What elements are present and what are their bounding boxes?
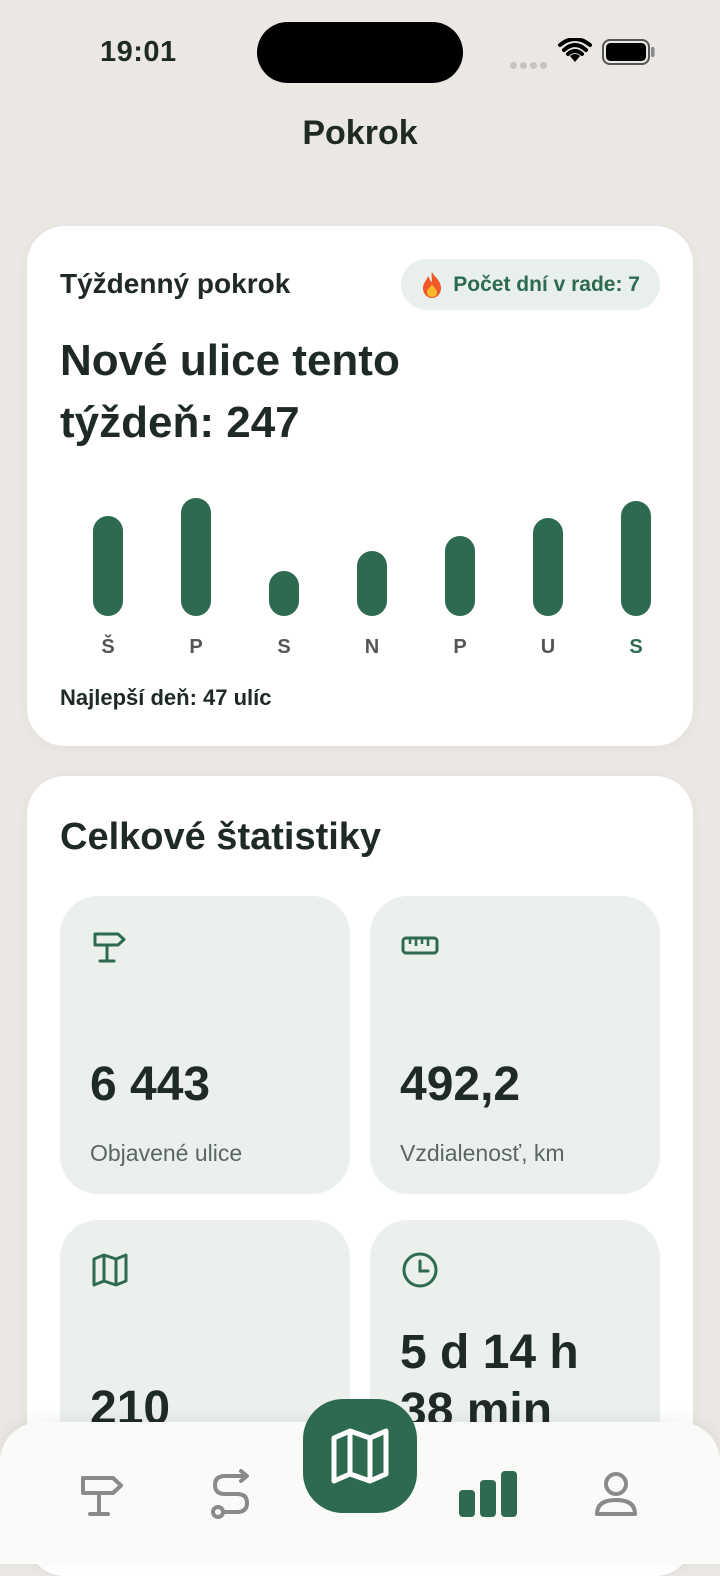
- tab-profile[interactable]: [586, 1464, 646, 1524]
- signpost-icon: [93, 932, 126, 963]
- stats-title: Celkové štatistiky: [60, 816, 382, 858]
- streak-text: Počet dní v rade: 7: [453, 272, 640, 296]
- tab-stats[interactable]: [458, 1464, 518, 1524]
- battery-icon: [602, 39, 655, 65]
- chart-day-label: S: [629, 636, 643, 658]
- signpost-icon: [81, 1476, 123, 1516]
- stat-tile-distance[interactable]: 492,2 Vzdialenosť, km: [370, 896, 660, 1194]
- weekly-bar-chart: ŠPSNPUS: [60, 488, 660, 688]
- chart-bar: [621, 501, 651, 616]
- tab-routes[interactable]: [201, 1464, 261, 1524]
- chart-day-label: S: [277, 636, 291, 658]
- best-day-text: Najlepší deň: 47 ulíc: [60, 685, 272, 710]
- tab-streets[interactable]: [73, 1464, 133, 1524]
- cellular-signal-icon: [510, 56, 550, 74]
- clock-icon: [402, 1252, 438, 1288]
- weekly-progress-card: Týždenný pokrok Počet dní v rade: 7 Nové…: [27, 226, 693, 746]
- route-icon: [211, 1469, 250, 1519]
- status-time: 19:01: [100, 36, 177, 68]
- dynamic-island: [257, 22, 463, 83]
- stats-icon: [459, 1471, 517, 1517]
- weekly-progress-label: Týždenný pokrok: [60, 268, 291, 299]
- chart-bar: [357, 551, 387, 616]
- page-title: Pokrok: [302, 114, 418, 152]
- chart-bar: [269, 571, 299, 616]
- map-button[interactable]: [303, 1399, 417, 1513]
- chart-bar: [533, 518, 563, 616]
- chart-bar: [181, 498, 211, 616]
- stat-tile-streets[interactable]: 6 443 Objavené ulice: [60, 896, 350, 1194]
- ruler-icon: [401, 936, 439, 955]
- map-icon: [331, 1428, 389, 1484]
- chart-bar: [445, 536, 475, 616]
- stat-label-streets: Objavené ulice: [90, 1140, 243, 1166]
- chart-day-label: Š: [101, 636, 115, 658]
- chart-day-label: U: [540, 636, 556, 658]
- chart-day-label: P: [189, 636, 203, 658]
- stat-label-distance: Vzdialenosť, km: [400, 1140, 565, 1166]
- stat-value-streets: 6 443: [90, 1058, 211, 1111]
- weekly-headline: Nové ulice tento týždeň: 247: [60, 336, 400, 447]
- chart-bar: [93, 516, 123, 616]
- status-bar: 19:01: [0, 0, 720, 100]
- stat-value-distance: 492,2: [400, 1058, 521, 1111]
- wifi-icon: [558, 38, 592, 62]
- profile-icon: [595, 1472, 637, 1516]
- chart-day-label: P: [453, 636, 467, 658]
- fire-icon: [423, 271, 442, 298]
- chart-day-label: N: [364, 636, 380, 658]
- streak-badge: Počet dní v rade: 7: [401, 259, 660, 310]
- map-icon: [92, 1253, 128, 1287]
